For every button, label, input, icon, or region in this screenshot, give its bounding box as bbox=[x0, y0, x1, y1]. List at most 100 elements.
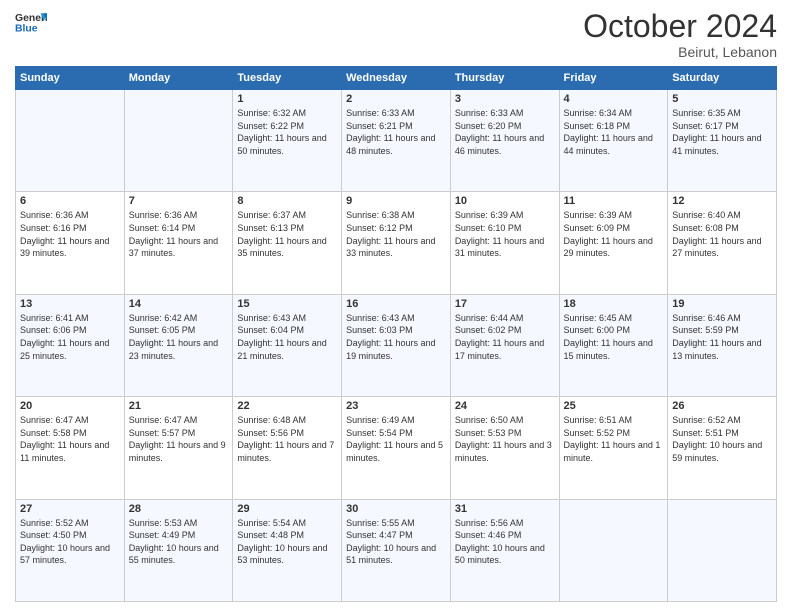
calendar-cell: 20 Sunrise: 6:47 AM Sunset: 5:58 PM Dayli… bbox=[16, 397, 125, 499]
day-info: Sunrise: 5:56 AM Sunset: 4:46 PM Dayligh… bbox=[455, 517, 555, 567]
day-number: 7 bbox=[129, 195, 229, 207]
calendar-cell: 28 Sunrise: 5:53 AM Sunset: 4:49 PM Dayli… bbox=[124, 499, 233, 601]
calendar-cell: 5Sunrise: 6:35 AM Sunset: 6:17 PM Daylig… bbox=[668, 90, 777, 192]
day-info: Sunrise: 6:35 AM Sunset: 6:17 PM Dayligh… bbox=[672, 107, 772, 157]
calendar-cell: 11Sunrise: 6:39 AM Sunset: 6:09 PM Dayli… bbox=[559, 192, 668, 294]
calendar-week-row: 1Sunrise: 6:32 AM Sunset: 6:22 PM Daylig… bbox=[16, 90, 777, 192]
calendar-cell: 21Sunrise: 6:47 AM Sunset: 5:57 PM Dayli… bbox=[124, 397, 233, 499]
day-info: Sunrise: 5:53 AM Sunset: 4:49 PM Dayligh… bbox=[129, 517, 229, 567]
day-info: Sunrise: 6:40 AM Sunset: 6:08 PM Dayligh… bbox=[672, 209, 772, 259]
day-number: 26 bbox=[672, 400, 772, 412]
weekday-header: Friday bbox=[559, 67, 668, 90]
day-number: 3 bbox=[455, 93, 555, 105]
day-info: Sunrise: 6:33 AM Sunset: 6:21 PM Dayligh… bbox=[346, 107, 446, 157]
day-number: 13 bbox=[20, 298, 120, 310]
day-info: Sunrise: 6:32 AM Sunset: 6:22 PM Dayligh… bbox=[237, 107, 337, 157]
day-number: 6 bbox=[20, 195, 120, 207]
calendar-cell: 1Sunrise: 6:32 AM Sunset: 6:22 PM Daylig… bbox=[233, 90, 342, 192]
day-info: Sunrise: 6:34 AM Sunset: 6:18 PM Dayligh… bbox=[564, 107, 664, 157]
day-info: Sunrise: 5:54 AM Sunset: 4:48 PM Dayligh… bbox=[237, 517, 337, 567]
calendar-cell: 2 Sunrise: 6:33 AM Sunset: 6:21 PM Daylig… bbox=[342, 90, 451, 192]
day-info: Sunrise: 6:46 AM Sunset: 5:59 PM Dayligh… bbox=[672, 312, 772, 362]
calendar-cell bbox=[16, 90, 125, 192]
day-number: 23 bbox=[346, 400, 446, 412]
weekday-header: Monday bbox=[124, 67, 233, 90]
day-number: 19 bbox=[672, 298, 772, 310]
calendar-cell: 30 Sunrise: 5:55 AM Sunset: 4:47 PM Dayli… bbox=[342, 499, 451, 601]
calendar-cell: 16 Sunrise: 6:43 AM Sunset: 6:03 PM Dayli… bbox=[342, 294, 451, 396]
day-number: 30 bbox=[346, 503, 446, 515]
calendar-cell: 9Sunrise: 6:38 AM Sunset: 6:12 PM Daylig… bbox=[342, 192, 451, 294]
day-number: 10 bbox=[455, 195, 555, 207]
day-number: 27 bbox=[20, 503, 120, 515]
day-info: Sunrise: 5:52 AM Sunset: 4:50 PM Dayligh… bbox=[20, 517, 120, 567]
day-number: 8 bbox=[237, 195, 337, 207]
weekday-header: Thursday bbox=[450, 67, 559, 90]
calendar-cell: 14Sunrise: 6:42 AM Sunset: 6:05 PM Dayli… bbox=[124, 294, 233, 396]
calendar-week-row: 6 Sunrise: 6:36 AM Sunset: 6:16 PM Daylig… bbox=[16, 192, 777, 294]
day-number: 14 bbox=[129, 298, 229, 310]
day-number: 20 bbox=[20, 400, 120, 412]
day-info: Sunrise: 6:41 AM Sunset: 6:06 PM Dayligh… bbox=[20, 312, 120, 362]
day-number: 22 bbox=[237, 400, 337, 412]
day-info: Sunrise: 6:45 AM Sunset: 6:00 PM Dayligh… bbox=[564, 312, 664, 362]
calendar-cell bbox=[124, 90, 233, 192]
day-info: Sunrise: 6:44 AM Sunset: 6:02 PM Dayligh… bbox=[455, 312, 555, 362]
calendar-cell: 19 Sunrise: 6:46 AM Sunset: 5:59 PM Dayli… bbox=[668, 294, 777, 396]
calendar-cell: 17 Sunrise: 6:44 AM Sunset: 6:02 PM Dayli… bbox=[450, 294, 559, 396]
weekday-header: Saturday bbox=[668, 67, 777, 90]
day-info: Sunrise: 6:50 AM Sunset: 5:53 PM Dayligh… bbox=[455, 414, 555, 464]
day-number: 4 bbox=[564, 93, 664, 105]
day-number: 9 bbox=[346, 195, 446, 207]
calendar-cell: 24 Sunrise: 6:50 AM Sunset: 5:53 PM Dayli… bbox=[450, 397, 559, 499]
calendar-cell: 13 Sunrise: 6:41 AM Sunset: 6:06 PM Dayli… bbox=[16, 294, 125, 396]
calendar-week-row: 27 Sunrise: 5:52 AM Sunset: 4:50 PM Dayli… bbox=[16, 499, 777, 601]
calendar-cell: 8 Sunrise: 6:37 AM Sunset: 6:13 PM Daylig… bbox=[233, 192, 342, 294]
day-number: 17 bbox=[455, 298, 555, 310]
calendar-cell: 25 Sunrise: 6:51 AM Sunset: 5:52 PM Dayli… bbox=[559, 397, 668, 499]
svg-text:Blue: Blue bbox=[15, 24, 38, 35]
calendar-cell: 29 Sunrise: 5:54 AM Sunset: 4:48 PM Dayli… bbox=[233, 499, 342, 601]
day-info: Sunrise: 6:52 AM Sunset: 5:51 PM Dayligh… bbox=[672, 414, 772, 464]
calendar-cell: 27 Sunrise: 5:52 AM Sunset: 4:50 PM Dayli… bbox=[16, 499, 125, 601]
day-info: Sunrise: 6:43 AM Sunset: 6:03 PM Dayligh… bbox=[346, 312, 446, 362]
calendar-cell bbox=[559, 499, 668, 601]
day-number: 16 bbox=[346, 298, 446, 310]
page: General Blue October 2024 Beirut, Lebano… bbox=[0, 0, 792, 612]
weekday-header: Sunday bbox=[16, 67, 125, 90]
calendar-cell: 4 Sunrise: 6:34 AM Sunset: 6:18 PM Daylig… bbox=[559, 90, 668, 192]
day-number: 29 bbox=[237, 503, 337, 515]
day-info: Sunrise: 6:47 AM Sunset: 5:58 PM Dayligh… bbox=[20, 414, 120, 464]
calendar-cell: 6 Sunrise: 6:36 AM Sunset: 6:16 PM Daylig… bbox=[16, 192, 125, 294]
weekday-header: Wednesday bbox=[342, 67, 451, 90]
calendar-cell: 26 Sunrise: 6:52 AM Sunset: 5:51 PM Dayli… bbox=[668, 397, 777, 499]
day-number: 25 bbox=[564, 400, 664, 412]
day-info: Sunrise: 6:43 AM Sunset: 6:04 PM Dayligh… bbox=[237, 312, 337, 362]
calendar-cell: 22Sunrise: 6:48 AM Sunset: 5:56 PM Dayli… bbox=[233, 397, 342, 499]
day-number: 12 bbox=[672, 195, 772, 207]
weekday-header-row: SundayMondayTuesdayWednesdayThursdayFrid… bbox=[16, 67, 777, 90]
day-info: Sunrise: 6:33 AM Sunset: 6:20 PM Dayligh… bbox=[455, 107, 555, 157]
day-info: Sunrise: 6:37 AM Sunset: 6:13 PM Dayligh… bbox=[237, 209, 337, 259]
calendar-cell: 10 Sunrise: 6:39 AM Sunset: 6:10 PM Dayli… bbox=[450, 192, 559, 294]
header: General Blue October 2024 Beirut, Lebano… bbox=[15, 10, 777, 60]
day-info: Sunrise: 6:51 AM Sunset: 5:52 PM Dayligh… bbox=[564, 414, 664, 464]
day-info: Sunrise: 6:36 AM Sunset: 6:14 PM Dayligh… bbox=[129, 209, 229, 259]
day-number: 18 bbox=[564, 298, 664, 310]
calendar-cell: 3 Sunrise: 6:33 AM Sunset: 6:20 PM Daylig… bbox=[450, 90, 559, 192]
calendar-cell: 12 Sunrise: 6:40 AM Sunset: 6:08 PM Dayli… bbox=[668, 192, 777, 294]
day-number: 24 bbox=[455, 400, 555, 412]
calendar-cell: 7 Sunrise: 6:36 AM Sunset: 6:14 PM Daylig… bbox=[124, 192, 233, 294]
day-number: 31 bbox=[455, 503, 555, 515]
title-area: October 2024 Beirut, Lebanon bbox=[583, 10, 777, 60]
day-info: Sunrise: 6:47 AM Sunset: 5:57 PM Dayligh… bbox=[129, 414, 229, 464]
day-number: 2 bbox=[346, 93, 446, 105]
day-number: 28 bbox=[129, 503, 229, 515]
location-title: Beirut, Lebanon bbox=[583, 44, 777, 60]
logo-icon: General Blue bbox=[15, 10, 47, 38]
month-title: October 2024 bbox=[583, 10, 777, 42]
calendar-week-row: 20 Sunrise: 6:47 AM Sunset: 5:58 PM Dayli… bbox=[16, 397, 777, 499]
day-info: Sunrise: 5:55 AM Sunset: 4:47 PM Dayligh… bbox=[346, 517, 446, 567]
day-info: Sunrise: 6:36 AM Sunset: 6:16 PM Dayligh… bbox=[20, 209, 120, 259]
day-info: Sunrise: 6:39 AM Sunset: 6:10 PM Dayligh… bbox=[455, 209, 555, 259]
